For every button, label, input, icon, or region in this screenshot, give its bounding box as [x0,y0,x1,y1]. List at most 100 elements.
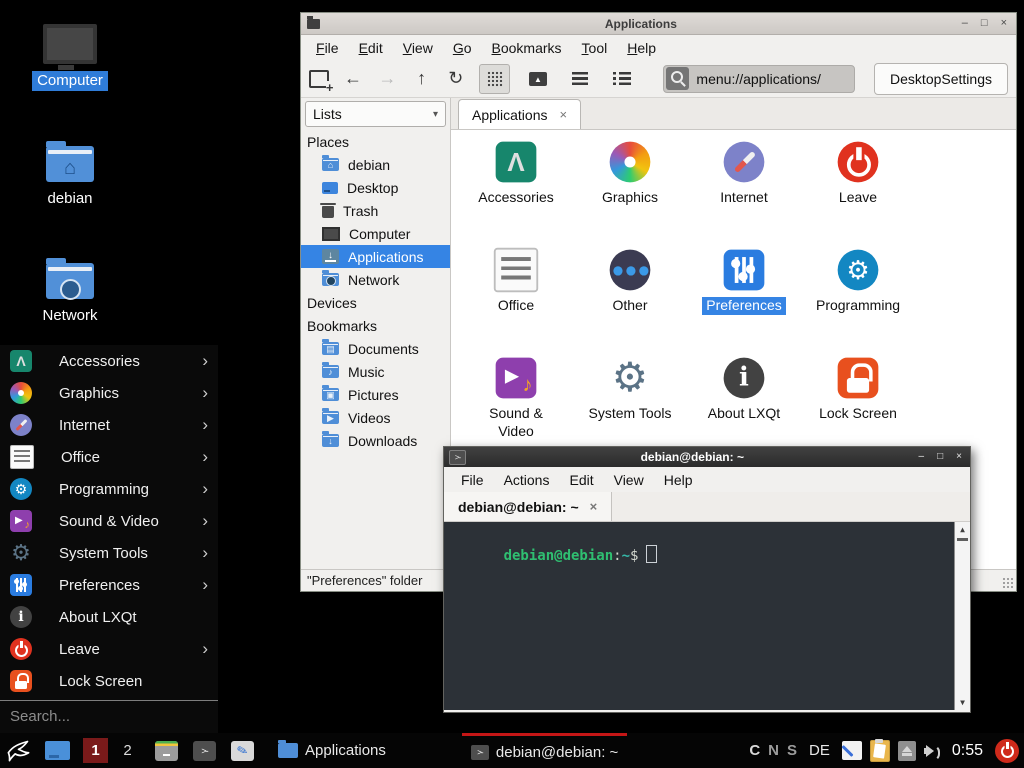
menu-item-internet[interactable]: Internet › [0,409,218,441]
close-button[interactable]: × [956,452,962,462]
grid-item-office[interactable]: Office [459,248,573,356]
menu-item-accessories[interactable]: Accessories › [0,345,218,377]
sidebar-item-documents[interactable]: ▤ Documents [301,337,450,360]
sidebar-item-pictures[interactable]: ▣ Pictures [301,383,450,406]
menu-search-input[interactable]: Search... [0,701,218,731]
compact-view-button[interactable] [565,65,594,93]
sidebar-item-applications[interactable]: ↓ Applications [301,245,450,268]
fm-title-bar[interactable]: Applications – □ × [301,13,1016,35]
maximize-button[interactable]: □ [937,452,943,462]
removable-media-tray-icon[interactable] [898,741,916,761]
maximize-button[interactable]: □ [981,18,988,29]
show-desktop-button[interactable] [45,741,70,760]
grid-item-label: Accessories [478,189,553,207]
menu-item-office[interactable]: Office › [0,441,218,473]
menu-edit[interactable]: Edit [560,470,602,490]
sidebar-item-network[interactable]: Network [301,268,450,291]
keyboard-layout-indicator[interactable]: DE [809,742,830,759]
detailed-view-button[interactable] [607,65,636,93]
menu-item-preferences[interactable]: Preferences › [0,569,218,601]
desktop-settings-button[interactable]: DesktopSettings [874,63,1008,95]
sidebar-item-computer[interactable]: Computer [301,222,450,245]
clock[interactable]: 0:55 [952,742,983,760]
forward-button[interactable]: → [377,68,398,89]
menu-help[interactable]: Help [618,38,665,58]
menu-tool[interactable]: Tool [573,38,617,58]
menu-item-sound-video[interactable]: Sound & Video › [0,505,218,537]
menu-actions[interactable]: Actions [495,470,559,490]
grid-item-leave[interactable]: Leave [801,140,915,248]
scroll-down-icon[interactable]: ▼ [960,695,965,710]
grid-item-preferences[interactable]: Preferences [687,248,801,356]
sidebar-item-videos[interactable]: ▶ Videos [301,406,450,429]
menu-file[interactable]: File [307,38,348,58]
minimize-button[interactable]: – [962,18,968,29]
terminal-title-bar[interactable]: debian@debian: ~ – □ × [444,447,970,467]
desktop-icon-home-folder[interactable]: ⌂ debian [22,140,118,209]
numlock-indicator[interactable]: N [768,742,779,759]
address-bar[interactable]: menu://applications/ [663,65,855,93]
menu-bookmarks[interactable]: Bookmarks [483,38,571,58]
sidebar-item-downloads[interactable]: ↓ Downloads [301,429,450,452]
quicklaunch-terminal-icon[interactable] [193,741,216,761]
up-button[interactable]: ↑ [411,68,432,89]
other-icon [610,250,651,291]
grid-item-other[interactable]: Other [573,248,687,356]
tab-close-icon[interactable]: × [560,107,568,122]
quicklaunch-editor-icon[interactable] [231,741,254,761]
capslock-indicator[interactable]: C [749,742,760,759]
desktop-icon-network[interactable]: Network [22,257,118,326]
menu-file[interactable]: File [452,470,493,490]
sidebar-item-debian[interactable]: ⌂ debian [301,153,450,176]
tab-applications[interactable]: Applications × [458,99,581,129]
workspace-1-button[interactable]: 1 [83,738,108,763]
menu-item-about-lxqt[interactable]: About LXQt [0,601,218,633]
terminal-scrollbar[interactable]: ▲ ▼ [954,522,970,710]
minimize-button[interactable]: – [919,452,925,462]
task-button-applications[interactable]: Applications [269,733,395,768]
quicklaunch-file-manager-icon[interactable] [155,741,178,761]
thumbnail-view-button[interactable] [523,65,552,93]
sidebar-item-desktop[interactable]: Desktop [301,176,450,199]
sidebar-item-trash[interactable]: Trash [301,199,450,222]
power-button[interactable] [995,739,1019,763]
sidebar-item-music[interactable]: ♪ Music [301,360,450,383]
menu-item-programming[interactable]: Programming › [0,473,218,505]
screenshot-tray-icon[interactable] [842,741,862,760]
menu-edit[interactable]: Edit [350,38,392,58]
icon-view-button[interactable] [479,64,510,94]
menu-item-lock-screen[interactable]: Lock Screen [0,665,218,697]
grid-item-internet[interactable]: Internet [687,140,801,248]
side-pane-mode-combo[interactable]: Lists ▾ [305,101,446,127]
prompt-path: ~ [622,548,630,564]
main-menu-button[interactable] [5,737,32,764]
menu-help[interactable]: Help [655,470,702,490]
grid-item-graphics[interactable]: Graphics [573,140,687,248]
close-button[interactable]: × [1001,18,1007,29]
network-folder-icon [322,273,339,286]
menu-view[interactable]: View [394,38,442,58]
menu-go[interactable]: Go [444,38,481,58]
clipboard-tray-icon[interactable] [870,740,890,762]
terminal-screen[interactable]: debian@debian:~$ ▲ ▼ [444,522,970,710]
menu-view[interactable]: View [605,470,653,490]
task-button-terminal[interactable]: debian@debian: ~ [462,733,627,768]
scrolllock-indicator[interactable]: S [787,742,797,759]
menu-item-graphics[interactable]: Graphics › [0,377,218,409]
tab-close-icon[interactable]: × [590,499,598,514]
terminal-tab[interactable]: debian@debian: ~ × [444,492,612,521]
grid-item-accessories[interactable]: Accessories [459,140,573,248]
scrollbar-handle[interactable] [957,538,968,541]
back-button[interactable]: ← [342,68,363,89]
scroll-up-icon[interactable]: ▲ [960,522,965,537]
desktop-icon-computer[interactable]: Computer [22,24,118,91]
workspace-2-button[interactable]: 2 [115,738,140,763]
volume-icon[interactable] [924,743,940,759]
reload-button[interactable]: ↻ [445,68,466,89]
new-tab-button[interactable] [309,70,329,88]
menu-item-leave[interactable]: Leave › [0,633,218,665]
address-text[interactable]: menu://applications/ [696,71,821,87]
menu-item-system-tools[interactable]: System Tools › [0,537,218,569]
resize-grip[interactable] [1002,577,1014,589]
grid-item-programming[interactable]: Programming [801,248,915,356]
